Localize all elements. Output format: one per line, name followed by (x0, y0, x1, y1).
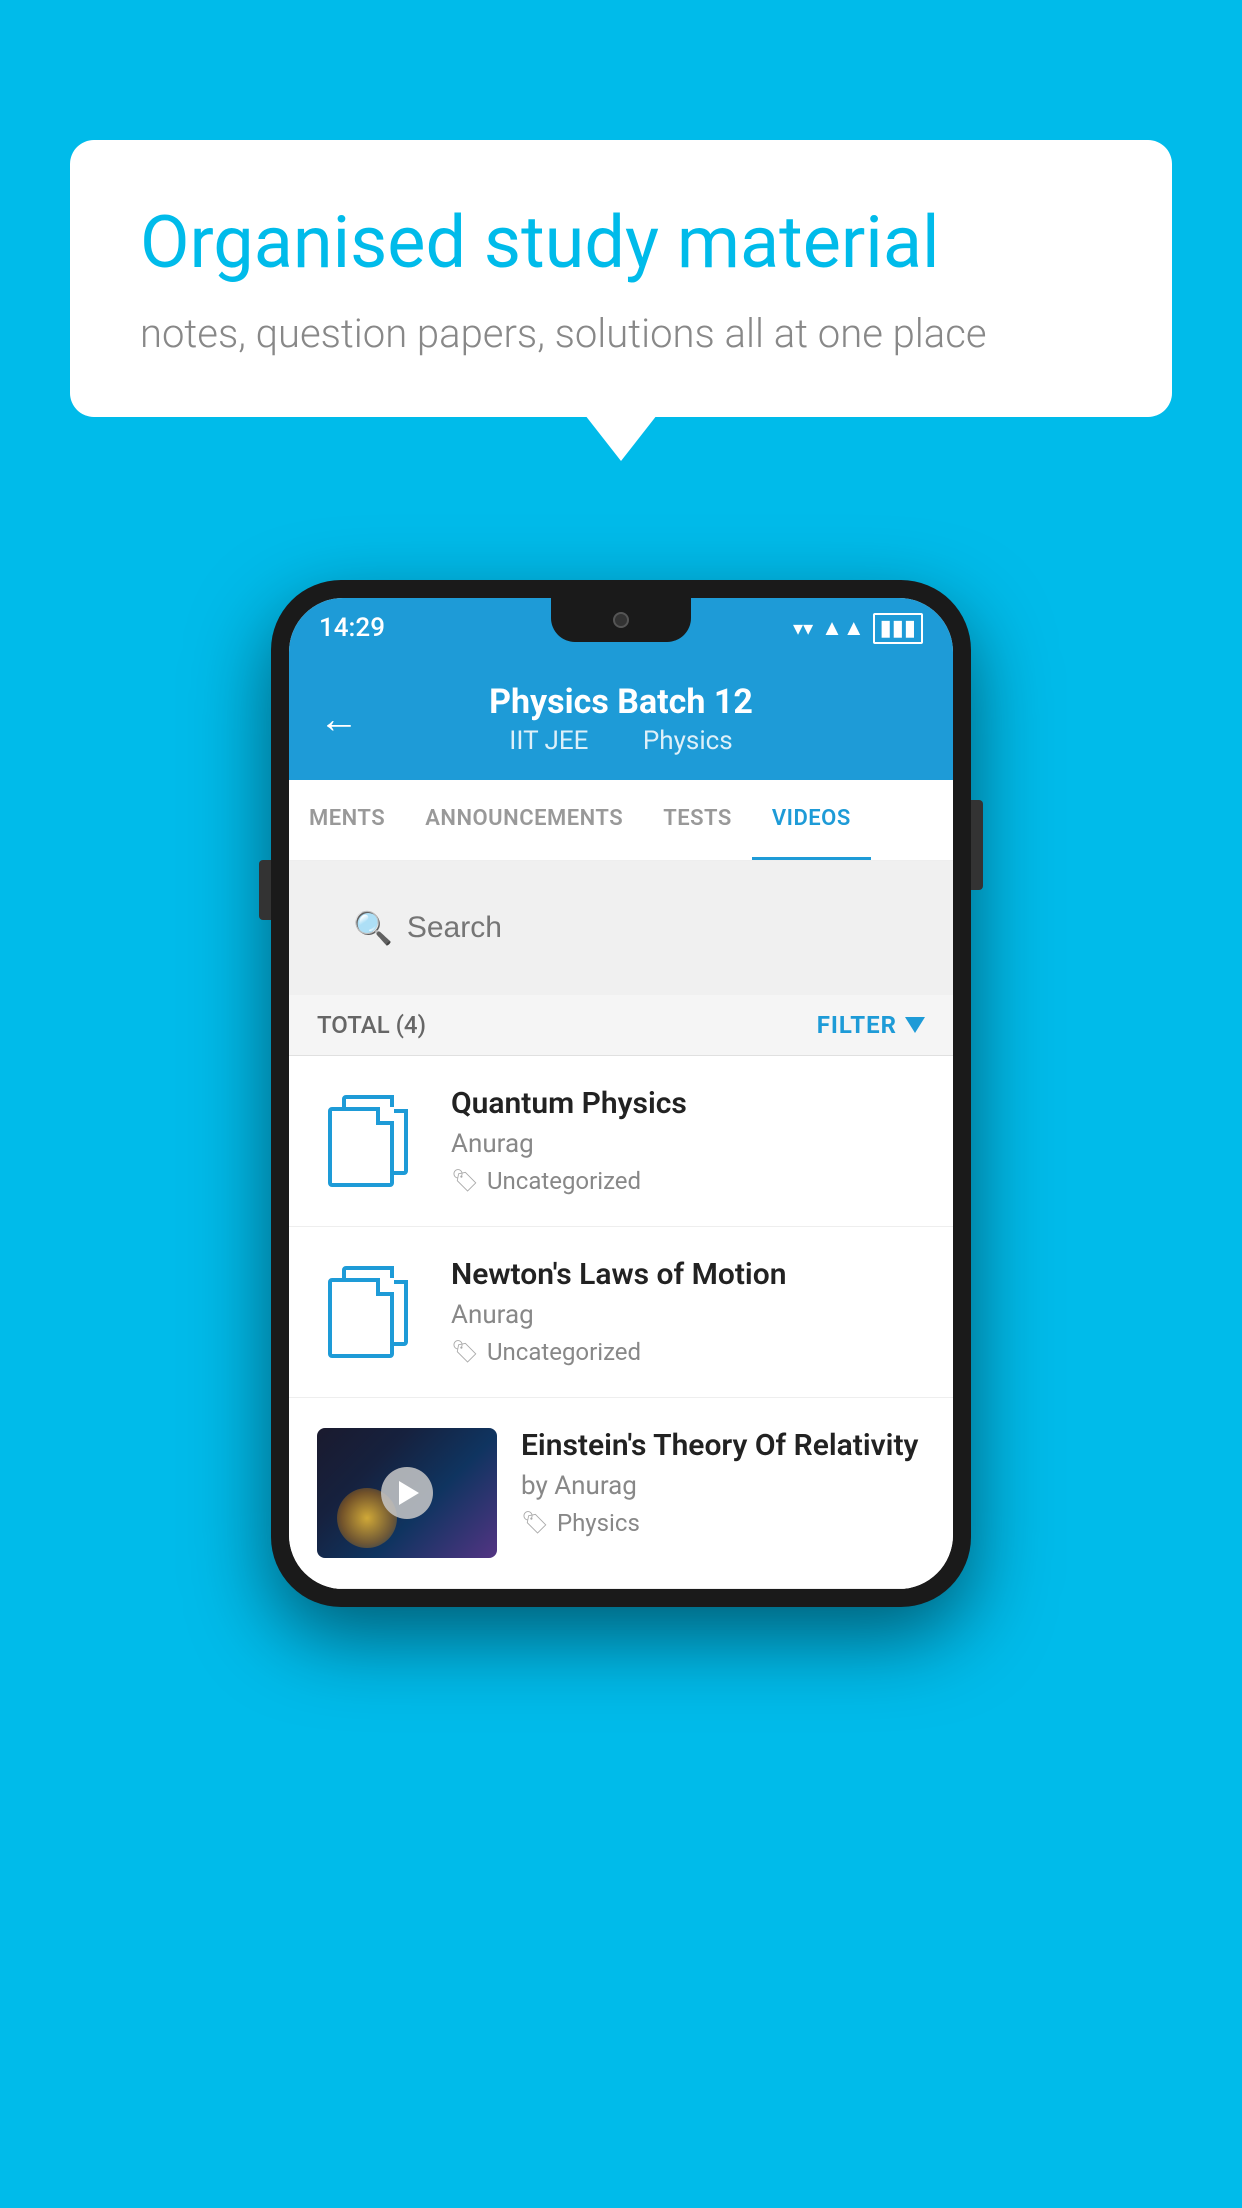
phone-screen: 14:29 ▾▾ ▲▲ ▮▮▮ ← Physics Batch 12 (289, 598, 953, 1589)
tag-icon: 🏷 (451, 1340, 479, 1365)
tag-label: Physics (557, 1509, 640, 1537)
status-icons: ▾▾ ▲▲ ▮▮▮ (793, 613, 923, 644)
back-button[interactable]: ← (319, 696, 359, 743)
filter-icon (905, 1017, 925, 1033)
app-header: ← Physics Batch 12 IIT JEE Physics (289, 658, 953, 780)
folder-icon (328, 1266, 416, 1358)
item-author: Anurag (451, 1129, 925, 1159)
tabs-bar: MENTS ANNOUNCEMENTS TESTS VIDEOS (289, 780, 953, 861)
filter-button[interactable]: FILTER (817, 1011, 925, 1039)
list-item[interactable]: Newton's Laws of Motion Anurag 🏷 Uncateg… (289, 1227, 953, 1398)
item-info: Einstein's Theory Of Relativity by Anura… (521, 1428, 925, 1537)
item-thumbnail (317, 1257, 427, 1367)
play-icon (399, 1481, 419, 1505)
search-input[interactable] (407, 911, 889, 945)
item-tag: 🏷 Uncategorized (451, 1167, 925, 1195)
filter-bar: TOTAL (4) FILTER (289, 995, 953, 1056)
speech-bubble-container: Organised study material notes, question… (70, 140, 1172, 417)
item-tag: 🏷 Physics (521, 1509, 925, 1537)
wifi-icon: ▾▾ (793, 616, 813, 640)
filter-label: FILTER (817, 1011, 897, 1039)
phone-outer: 14:29 ▾▾ ▲▲ ▮▮▮ ← Physics Batch 12 (271, 580, 971, 1607)
tag-icon: 🏷 (521, 1511, 549, 1536)
total-count: TOTAL (4) (317, 1011, 426, 1039)
item-title: Quantum Physics (451, 1086, 925, 1121)
subtitle-physics: Physics (643, 726, 733, 756)
speech-bubble: Organised study material notes, question… (70, 140, 1172, 417)
tag-label: Uncategorized (487, 1167, 641, 1195)
battery-icon: ▮▮▮ (873, 613, 923, 644)
speech-bubble-heading: Organised study material (140, 200, 1102, 286)
item-title: Einstein's Theory Of Relativity (521, 1428, 925, 1463)
tab-tests[interactable]: TESTS (643, 780, 752, 860)
list-item[interactable]: Quantum Physics Anurag 🏷 Uncategorized (289, 1056, 953, 1227)
item-video-thumbnail (317, 1428, 497, 1558)
item-author: by Anurag (521, 1471, 925, 1501)
item-tag: 🏷 Uncategorized (451, 1338, 925, 1366)
tab-announcements[interactable]: ANNOUNCEMENTS (405, 780, 643, 860)
search-bar[interactable]: 🔍 (325, 893, 917, 963)
camera (613, 612, 629, 628)
item-thumbnail (317, 1086, 427, 1196)
item-info: Newton's Laws of Motion Anurag 🏷 Uncateg… (451, 1257, 925, 1366)
folder-icon (328, 1095, 416, 1187)
item-title: Newton's Laws of Motion (451, 1257, 925, 1292)
search-bar-container: 🔍 (289, 861, 953, 995)
play-button[interactable] (381, 1467, 433, 1519)
item-author: Anurag (451, 1300, 925, 1330)
search-icon: 🔍 (353, 909, 393, 947)
tag-label: Uncategorized (487, 1338, 641, 1366)
status-time: 14:29 (319, 613, 385, 643)
tab-videos[interactable]: VIDEOS (752, 780, 871, 860)
status-bar: 14:29 ▾▾ ▲▲ ▮▮▮ (289, 598, 953, 658)
subtitle-iit: IIT JEE (509, 726, 588, 756)
tag-icon: 🏷 (451, 1169, 479, 1194)
list-item[interactable]: Einstein's Theory Of Relativity by Anura… (289, 1398, 953, 1589)
video-list: Quantum Physics Anurag 🏷 Uncategorized (289, 1056, 953, 1589)
notch (551, 598, 691, 642)
header-title: Physics Batch 12 (489, 682, 753, 722)
signal-icon: ▲▲ (821, 615, 865, 641)
phone-mockup: 14:29 ▾▾ ▲▲ ▮▮▮ ← Physics Batch 12 (271, 580, 971, 1607)
header-subtitle: IIT JEE Physics (497, 726, 744, 756)
item-info: Quantum Physics Anurag 🏷 Uncategorized (451, 1086, 925, 1195)
tab-ments[interactable]: MENTS (289, 780, 405, 860)
speech-bubble-subtext: notes, question papers, solutions all at… (140, 310, 1102, 357)
